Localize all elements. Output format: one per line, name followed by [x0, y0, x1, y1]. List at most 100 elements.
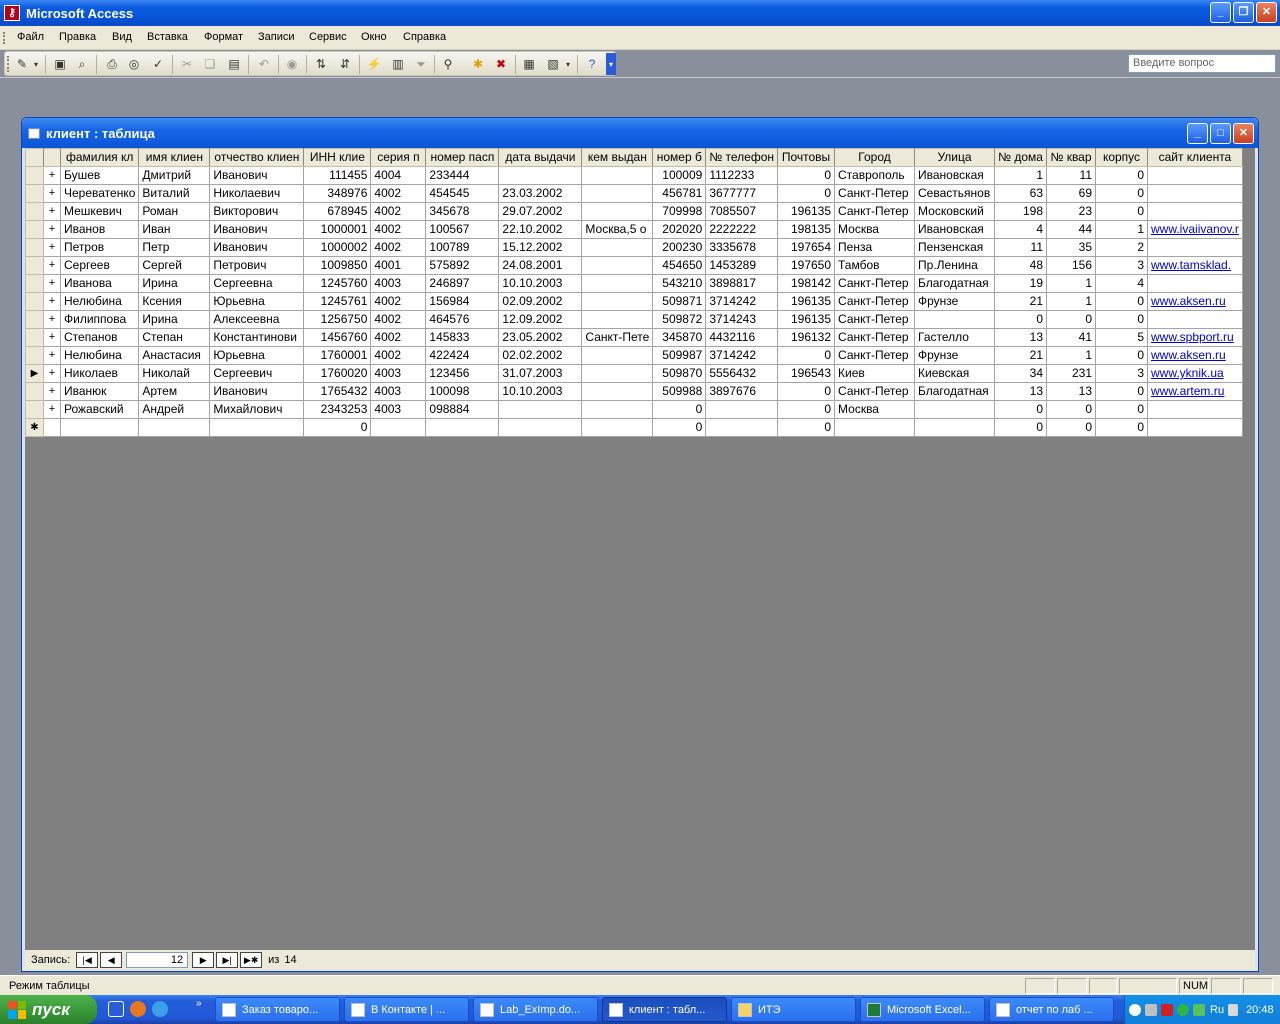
- table-cell[interactable]: 4003: [370, 274, 427, 293]
- table-cell[interactable]: 1456760: [303, 328, 372, 347]
- record-number-input[interactable]: 12: [126, 952, 189, 968]
- task-button-0[interactable]: Заказ товаро...: [215, 997, 340, 1022]
- table-cell[interactable]: 3897676: [705, 382, 779, 401]
- table-cell[interactable]: 15.12.2002: [498, 238, 583, 257]
- language-indicator[interactable]: Ru: [1210, 1004, 1224, 1016]
- table-cell[interactable]: 2343253: [303, 400, 372, 419]
- menu-help[interactable]: Справка: [403, 31, 446, 43]
- table-cell[interactable]: Ксения: [138, 292, 211, 311]
- table-cell[interactable]: Рожавский: [59, 400, 140, 419]
- table-cell[interactable]: Ивановская: [914, 166, 996, 185]
- menu-format[interactable]: Формат: [204, 31, 243, 43]
- table-cell[interactable]: 123456: [425, 364, 500, 383]
- table-cell[interactable]: Николаев: [59, 364, 140, 383]
- table-cell[interactable]: 19: [994, 274, 1048, 293]
- table-cell[interactable]: 0: [1095, 184, 1149, 203]
- table-cell[interactable]: 0: [1046, 400, 1097, 419]
- expand-subdatasheet-icon[interactable]: +: [43, 256, 61, 275]
- table-cell[interactable]: 5556432: [705, 364, 779, 383]
- table-cell[interactable]: 156984: [425, 292, 500, 311]
- table-cell[interactable]: 3714242: [705, 292, 779, 311]
- table-cell[interactable]: 0: [652, 400, 707, 419]
- table-cell[interactable]: [1147, 238, 1243, 257]
- table-cell[interactable]: 509872: [652, 310, 707, 329]
- table-cell[interactable]: [1147, 310, 1243, 329]
- column-header[interactable]: номер б: [652, 148, 707, 167]
- table-cell[interactable]: 35: [1046, 238, 1097, 257]
- table-cell[interactable]: [1147, 418, 1243, 437]
- table-cell[interactable]: 1112233: [705, 166, 779, 185]
- website-link[interactable]: www.ivaiivanov.r: [1151, 222, 1239, 236]
- table-cell[interactable]: [581, 274, 654, 293]
- quicklaunch-firefox-icon[interactable]: [130, 1001, 146, 1017]
- table-cell[interactable]: Петрович: [209, 256, 305, 275]
- table-cell[interactable]: 197654: [777, 238, 836, 257]
- menu-insert[interactable]: Вставка: [147, 31, 188, 43]
- table-cell[interactable]: [705, 418, 779, 437]
- table-cell[interactable]: 198142: [777, 274, 836, 293]
- table-cell[interactable]: 4003: [370, 400, 427, 419]
- table-cell[interactable]: Ивановская: [914, 220, 996, 239]
- table-cell[interactable]: 509988: [652, 382, 707, 401]
- table-cell[interactable]: Ставрополь: [834, 166, 916, 185]
- table-cell[interactable]: 422424: [425, 346, 500, 365]
- undo-icon[interactable]: ↶: [255, 55, 273, 73]
- database-window-icon[interactable]: ▦: [520, 55, 538, 73]
- expand-subdatasheet-icon[interactable]: +: [43, 220, 61, 239]
- table-cell[interactable]: 4002: [370, 220, 427, 239]
- table-cell[interactable]: 0: [1095, 292, 1149, 311]
- table-cell[interactable]: Санкт-Пете: [581, 328, 654, 347]
- table-cell[interactable]: 231: [1046, 364, 1097, 383]
- table-cell[interactable]: 0: [777, 346, 836, 365]
- table-cell[interactable]: [581, 418, 654, 437]
- expand-subdatasheet-icon[interactable]: +: [43, 364, 61, 383]
- table-cell[interactable]: 10.10.2003: [498, 274, 583, 293]
- table-cell[interactable]: 1245761: [303, 292, 372, 311]
- row-selector[interactable]: [25, 238, 44, 257]
- table-cell[interactable]: 454545: [425, 184, 500, 203]
- table-cell[interactable]: Константинови: [209, 328, 305, 347]
- table-cell[interactable]: 23.03.2002: [498, 184, 583, 203]
- table-cell[interactable]: Николай: [138, 364, 211, 383]
- table-cell[interactable]: 0: [1095, 382, 1149, 401]
- table-cell[interactable]: 233444: [425, 166, 500, 185]
- table-cell[interactable]: 709998: [652, 202, 707, 221]
- table-cell[interactable]: Санкт-Петер: [834, 328, 916, 347]
- table-cell[interactable]: 145833: [425, 328, 500, 347]
- website-link[interactable]: www.spbport.ru: [1151, 330, 1234, 344]
- table-cell[interactable]: Пр.Ленина: [914, 256, 996, 275]
- table-cell[interactable]: [209, 418, 305, 437]
- table-cell[interactable]: Фрунзе: [914, 292, 996, 311]
- filter-selection-icon[interactable]: ⚡: [365, 55, 383, 73]
- table-cell[interactable]: [370, 418, 427, 437]
- table-cell[interactable]: www.aksen.ru: [1147, 346, 1243, 365]
- new-object-dropdown-icon[interactable]: ▾: [563, 55, 573, 73]
- table-cell[interactable]: Санкт-Петер: [834, 202, 916, 221]
- table-cell[interactable]: [581, 292, 654, 311]
- table-cell[interactable]: 509871: [652, 292, 707, 311]
- quicklaunch-ie-icon[interactable]: [152, 1001, 168, 1017]
- select-all-corner[interactable]: [25, 148, 44, 167]
- table-cell[interactable]: 02.09.2002: [498, 292, 583, 311]
- table-cell[interactable]: 202020: [652, 220, 707, 239]
- table-cell[interactable]: Филиппова: [59, 310, 140, 329]
- table-cell[interactable]: 02.02.2002: [498, 346, 583, 365]
- new-record-selector-icon[interactable]: ✱: [25, 418, 44, 437]
- row-selector[interactable]: [25, 256, 44, 275]
- tray-network-icon[interactable]: [1145, 1003, 1157, 1016]
- column-header[interactable]: отчество клиен: [209, 148, 305, 167]
- table-cell[interactable]: 456781: [652, 184, 707, 203]
- table-cell[interactable]: Нелюбина: [59, 346, 140, 365]
- search-file-icon[interactable]: ⌕: [73, 55, 91, 73]
- table-cell[interactable]: 0: [1046, 418, 1097, 437]
- table-cell[interactable]: 1: [1095, 220, 1149, 239]
- print-preview-icon[interactable]: ◎: [125, 55, 143, 73]
- next-record-button[interactable]: ▶: [192, 952, 215, 968]
- tray-icq-icon[interactable]: [1177, 1003, 1189, 1016]
- expand-subdatasheet-icon[interactable]: +: [43, 274, 61, 293]
- menu-edit[interactable]: Правка: [59, 31, 96, 43]
- table-cell[interactable]: 1245760: [303, 274, 372, 293]
- table-cell[interactable]: 1000002: [303, 238, 372, 257]
- table-cell[interactable]: [1147, 400, 1243, 419]
- table-cell[interactable]: 23.05.2002: [498, 328, 583, 347]
